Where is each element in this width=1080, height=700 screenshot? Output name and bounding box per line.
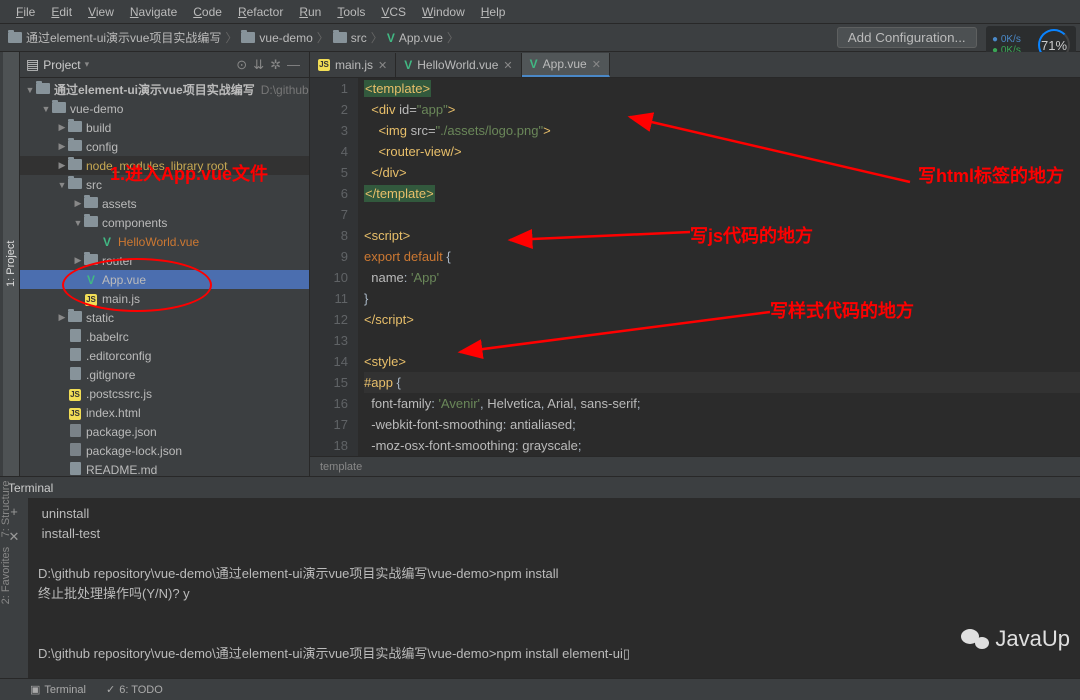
- bottom-tab-todo[interactable]: ✓ 6: TODO: [106, 683, 163, 696]
- menu-help[interactable]: Help: [473, 5, 514, 19]
- tree-item[interactable]: JS.postcssrc.js: [20, 384, 309, 403]
- project-header: ▤Project ▾ ⊙ ⇊ ✲ —: [20, 52, 309, 78]
- breadcrumb-item[interactable]: src: [333, 31, 367, 45]
- close-tab-icon[interactable]: ✕: [503, 59, 512, 72]
- left-tool-strip: 1: Project: [0, 52, 20, 476]
- editor-tab[interactable]: VHelloWorld.vue✕: [396, 53, 521, 77]
- tree-item[interactable]: ▶assets: [20, 194, 309, 213]
- breadcrumb-sep: 〉: [317, 29, 329, 46]
- tree-item[interactable]: ▼vue-demo: [20, 99, 309, 118]
- breadcrumb-root[interactable]: 通过element-ui演示vue项目实战编写: [8, 29, 221, 46]
- tree-item[interactable]: VApp.vue: [20, 270, 309, 289]
- tree-item[interactable]: ▶node_moduleslibrary root: [20, 156, 309, 175]
- menu-bar: FileEditViewNavigateCodeRefactorRunTools…: [0, 0, 1080, 24]
- terminal-panel: + ✕ uninstall install-test D:\github rep…: [0, 498, 1080, 678]
- menu-file[interactable]: File: [8, 5, 43, 19]
- tree-root[interactable]: ▼ 通过element-ui演示vue项目实战编写 D:\github: [20, 80, 309, 99]
- tree-item[interactable]: ▶config: [20, 137, 309, 156]
- sidebar-tab-favorites[interactable]: 2: Favorites: [0, 547, 20, 604]
- tree-item[interactable]: package-lock.json: [20, 441, 309, 460]
- project-tree[interactable]: ▼ 通过element-ui演示vue项目实战编写 D:\github ▼vue…: [20, 78, 309, 476]
- menu-run[interactable]: Run: [291, 5, 329, 19]
- collapse-icon[interactable]: ⇊: [250, 57, 267, 73]
- terminal-content[interactable]: uninstall install-test D:\github reposit…: [28, 498, 1080, 678]
- settings-icon[interactable]: ✲: [267, 57, 284, 73]
- menu-window[interactable]: Window: [414, 5, 473, 19]
- menu-code[interactable]: Code: [185, 5, 230, 19]
- editor-area: JSmain.js✕VHelloWorld.vue✕VApp.vue✕ 1234…: [310, 52, 1080, 476]
- folder-icon: [241, 32, 255, 43]
- menu-edit[interactable]: Edit: [43, 5, 80, 19]
- sidebar-tab-project[interactable]: 1: Project: [3, 52, 19, 476]
- breadcrumb-item[interactable]: VApp.vue: [387, 31, 443, 45]
- line-gutter: 123456789101112131415161718: [310, 78, 358, 456]
- bottom-tab-terminal[interactable]: ▣ Terminal: [30, 683, 86, 696]
- folder-icon: [8, 32, 22, 43]
- close-tab-icon[interactable]: ✕: [592, 58, 601, 71]
- hide-icon[interactable]: —: [284, 57, 303, 72]
- breadcrumb-sep: 〉: [225, 29, 237, 46]
- watermark: JavaUp: [961, 626, 1070, 652]
- sidebar-tab-structure[interactable]: 7: Structure: [0, 480, 20, 537]
- tree-item[interactable]: VHelloWorld.vue: [20, 232, 309, 251]
- menu-navigate[interactable]: Navigate: [122, 5, 185, 19]
- breadcrumb-item[interactable]: vue-demo: [241, 31, 312, 45]
- tree-item[interactable]: ▼components: [20, 213, 309, 232]
- tree-item[interactable]: ▶static: [20, 308, 309, 327]
- menu-refactor[interactable]: Refactor: [230, 5, 291, 19]
- tree-item[interactable]: ▶build: [20, 118, 309, 137]
- terminal-header[interactable]: Terminal: [0, 476, 1080, 498]
- editor-breadcrumb[interactable]: template: [310, 456, 1080, 476]
- folder-icon: [36, 83, 50, 94]
- tree-item[interactable]: README.md: [20, 460, 309, 476]
- tree-item[interactable]: JSmain.js: [20, 289, 309, 308]
- close-tab-icon[interactable]: ✕: [378, 59, 387, 72]
- left-tool-strip-lower: 2: Favorites 7: Structure: [0, 480, 20, 604]
- vue-icon: V: [387, 31, 395, 45]
- target-icon[interactable]: ⊙: [233, 57, 250, 73]
- editor-tab[interactable]: VApp.vue✕: [522, 53, 610, 77]
- wechat-icon: [961, 627, 989, 651]
- bottom-tool-strip: ▣ Terminal ✓ 6: TODO: [0, 678, 1080, 700]
- tree-item[interactable]: ▶router: [20, 251, 309, 270]
- code-area[interactable]: 123456789101112131415161718 <template> <…: [310, 78, 1080, 456]
- folder-icon: [333, 32, 347, 43]
- project-panel: ▤Project ▾ ⊙ ⇊ ✲ — ▼ 通过element-ui演示vue项目…: [20, 52, 310, 476]
- tree-item[interactable]: ▼src: [20, 175, 309, 194]
- breadcrumb: 通过element-ui演示vue项目实战编写 〉 vue-demo 〉 src…: [8, 29, 837, 46]
- editor-tabs: JSmain.js✕VHelloWorld.vue✕VApp.vue✕: [310, 52, 1080, 78]
- menu-tools[interactable]: Tools: [329, 5, 373, 19]
- tree-item[interactable]: package.json: [20, 422, 309, 441]
- tree-item[interactable]: .gitignore: [20, 365, 309, 384]
- menu-vcs[interactable]: VCS: [373, 5, 414, 19]
- tree-item[interactable]: .editorconfig: [20, 346, 309, 365]
- menu-view[interactable]: View: [80, 5, 122, 19]
- tree-item[interactable]: .babelrc: [20, 327, 309, 346]
- editor-tab[interactable]: JSmain.js✕: [310, 53, 396, 77]
- toolbar: 通过element-ui演示vue项目实战编写 〉 vue-demo 〉 src…: [0, 24, 1080, 52]
- tree-item[interactable]: JSindex.html: [20, 403, 309, 422]
- breadcrumb-sep: 〉: [371, 29, 383, 46]
- add-configuration-button[interactable]: Add Configuration...: [837, 27, 977, 48]
- breadcrumb-sep: 〉: [447, 29, 459, 46]
- code-content[interactable]: <template> <div id="app"> <img src="./as…: [358, 78, 1080, 456]
